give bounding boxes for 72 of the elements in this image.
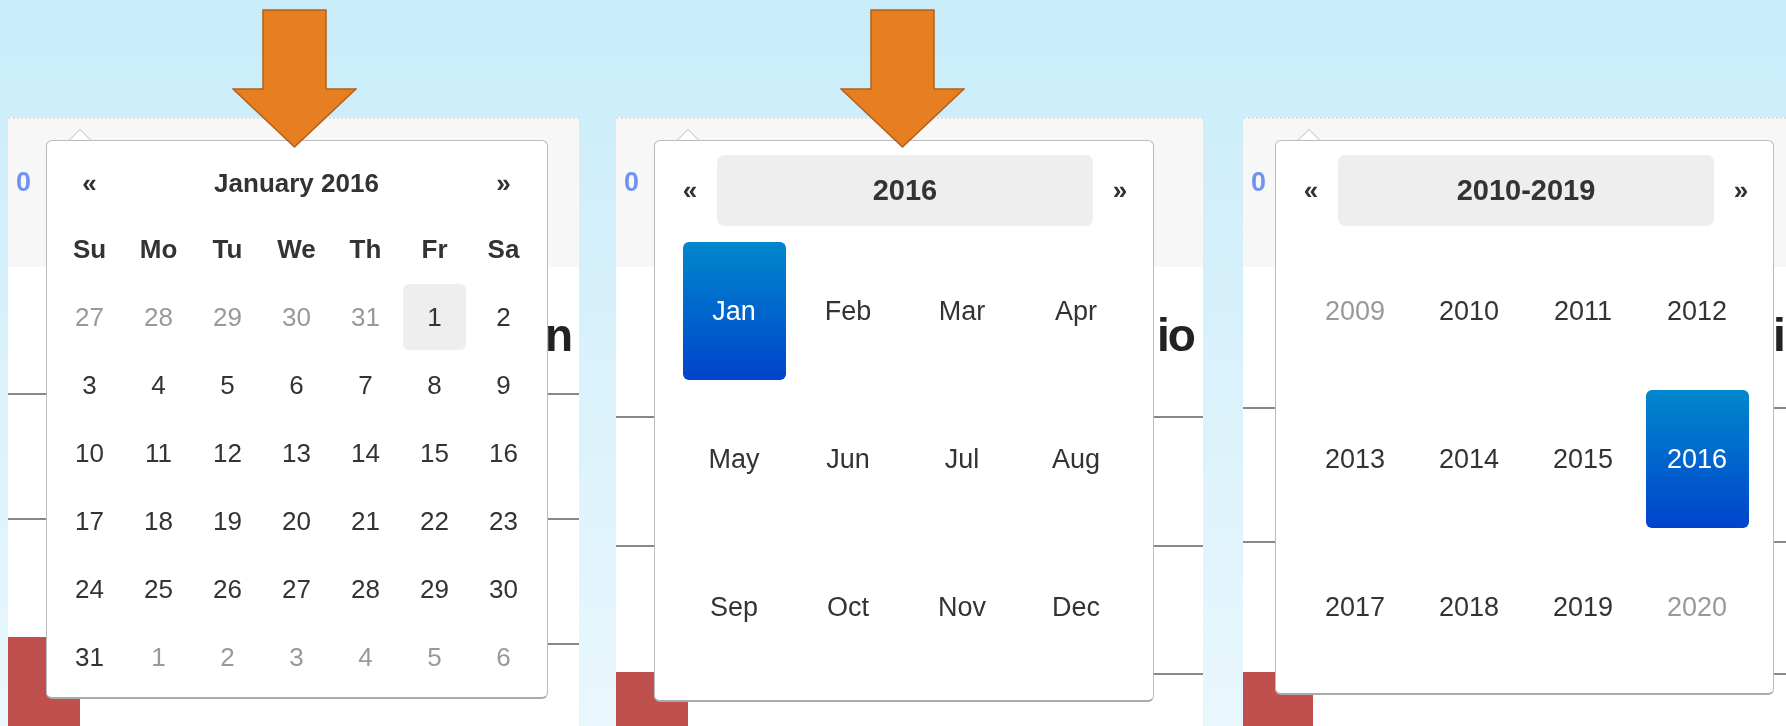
month-cell[interactable]: Jul (910, 390, 1014, 528)
prev-button[interactable]: « (676, 171, 704, 210)
month-cell[interactable]: Sep (682, 538, 786, 676)
month-cell[interactable]: Dec (1024, 538, 1128, 676)
next-button[interactable]: » (490, 163, 517, 203)
heading-text: i (1773, 312, 1784, 358)
heading-text: io (1157, 312, 1194, 358)
year-cell[interactable]: 2012 (1645, 242, 1749, 380)
day-cell[interactable]: 24 (58, 556, 121, 622)
weekday-label: We (276, 232, 317, 266)
month-cell[interactable]: Jan (682, 242, 786, 380)
month-cell[interactable]: Aug (1024, 390, 1128, 528)
month-cell[interactable]: Mar (910, 242, 1014, 380)
weekday-label: Fr (420, 232, 449, 266)
month-cell[interactable]: May (682, 390, 786, 528)
month-cell[interactable]: Oct (796, 538, 900, 676)
year-cell[interactable]: 2011 (1531, 242, 1635, 380)
day-cell[interactable]: 7 (334, 352, 397, 418)
day-cell[interactable]: 23 (472, 488, 535, 554)
day-cell[interactable]: 20 (265, 488, 328, 554)
weekday-label: Tu (211, 232, 244, 266)
heading-text: n (545, 312, 572, 358)
year-cell[interactable]: 2014 (1417, 390, 1521, 528)
weekday-label: Mo (138, 232, 179, 266)
day-cell[interactable]: 25 (127, 556, 190, 622)
day-cell[interactable]: 13 (265, 420, 328, 486)
weekday-label: Su (71, 232, 108, 266)
day-cell[interactable]: 6 (265, 352, 328, 418)
year-cell[interactable]: 2015 (1531, 390, 1635, 528)
day-cell[interactable]: 21 (334, 488, 397, 554)
picker-title[interactable]: January 2016 (124, 155, 469, 211)
year-cell[interactable]: 2017 (1303, 538, 1407, 676)
next-button[interactable]: » (1106, 171, 1134, 210)
day-cell[interactable]: 10 (58, 420, 121, 486)
month-cell[interactable]: Nov (910, 538, 1014, 676)
day-cell[interactable]: 4 (127, 352, 190, 418)
day-cell[interactable]: 29 (403, 556, 466, 622)
day-cell[interactable]: 15 (403, 420, 466, 486)
day-cell[interactable]: 5 (196, 352, 259, 418)
day-cell[interactable]: 16 (472, 420, 535, 486)
month-cell[interactable]: Apr (1024, 242, 1128, 380)
month-cell[interactable]: Feb (796, 242, 900, 380)
day-cell[interactable]: 3 (58, 352, 121, 418)
month-cell[interactable]: Jun (796, 390, 900, 528)
day-cell[interactable]: 30 (472, 556, 535, 622)
day-cell[interactable]: 26 (196, 556, 259, 622)
prev-button[interactable]: « (76, 163, 103, 203)
year-cell[interactable]: 2018 (1417, 538, 1521, 676)
day-cell[interactable]: 17 (58, 488, 121, 554)
day-cell[interactable]: 31 (58, 624, 121, 690)
prev-button[interactable]: « (1297, 171, 1325, 210)
day-cell[interactable]: 27 (265, 556, 328, 622)
weekday-label: Th (348, 232, 383, 266)
day-cell[interactable]: 11 (127, 420, 190, 486)
day-cell[interactable]: 9 (472, 352, 535, 418)
year-cell[interactable]: 2016 (1645, 390, 1749, 528)
day-cell[interactable]: 28 (334, 556, 397, 622)
picker-title[interactable]: 2010-2019 (1338, 155, 1714, 226)
weekday-label: Sa (486, 232, 521, 266)
day-cell[interactable]: 14 (334, 420, 397, 486)
next-button[interactable]: » (1727, 171, 1755, 210)
picker-title[interactable]: 2016 (717, 155, 1093, 226)
day-cell[interactable]: 8 (403, 352, 466, 418)
day-cell[interactable]: 12 (196, 420, 259, 486)
year-cell[interactable]: 2010 (1417, 242, 1521, 380)
day-cell[interactable]: 2 (472, 284, 535, 350)
day-cell[interactable]: 22 (403, 488, 466, 554)
day-cell[interactable]: 19 (196, 488, 259, 554)
day-cell[interactable]: 1 (403, 284, 466, 350)
year-cell[interactable]: 2019 (1531, 538, 1635, 676)
day-cell[interactable]: 18 (127, 488, 190, 554)
year-cell[interactable]: 2013 (1303, 390, 1407, 528)
